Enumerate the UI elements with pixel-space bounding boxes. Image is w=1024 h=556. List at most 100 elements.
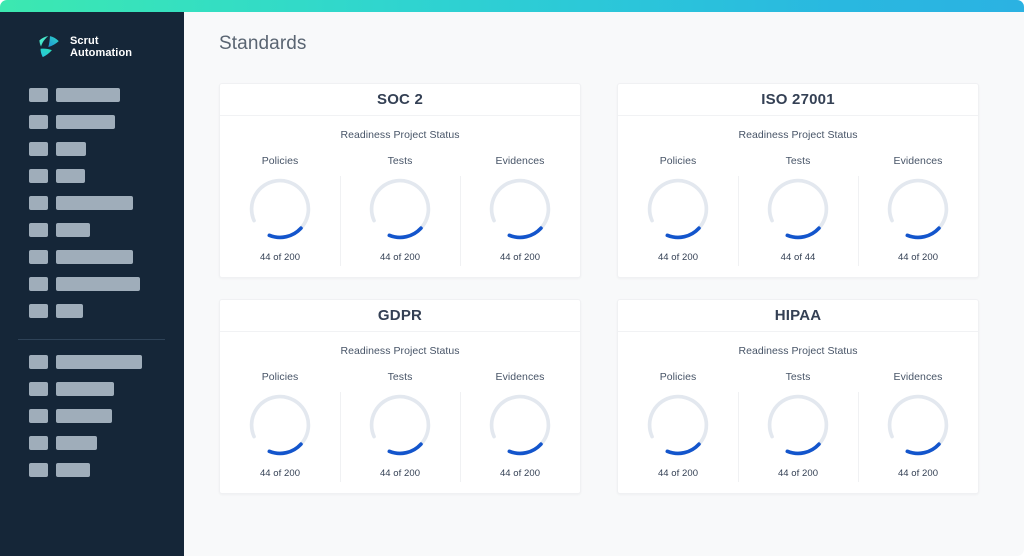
sidebar-nav-secondary-item-3[interactable] [0,436,184,450]
gauge-value-arc [267,226,303,240]
brand-logo[interactable]: Scrut Automation [36,34,132,60]
metric-value: 44 of 200 [657,252,699,263]
top-gradient-bar [0,0,1024,12]
metric-label: Tests [387,371,413,383]
nav-placeholder-icon [29,250,48,264]
metric-policies[interactable]: Policies 44 of 200 [618,371,738,479]
card-subtitle: Readiness Project Status [738,129,858,141]
scrut-trefoil-logo-icon [39,35,59,58]
metric-evidences[interactable]: Evidences 44 of 200 [460,155,580,266]
nav-placeholder-icon [29,355,48,369]
sidebar-nav-primary-item-3[interactable] [0,169,184,183]
metric-value: 44 of 200 [897,468,939,479]
nav-placeholder-icon [29,277,48,291]
nav-placeholder-label [56,382,114,396]
progress-gauge [647,394,709,456]
metric-tests[interactable]: Tests 44 of 44 [738,155,858,266]
sidebar-nav-primary-item-2[interactable] [0,142,184,156]
metric-value: 44 of 200 [657,468,699,479]
sidebar-nav-primary-item-7[interactable] [0,277,184,291]
nav-placeholder-icon [29,463,48,477]
nav-placeholder-label [56,115,115,129]
metric-policies[interactable]: Policies 44 of 200 [618,155,738,263]
metric-tests[interactable]: Tests 44 of 200 [340,155,460,266]
progress-gauge [249,178,311,240]
metric-value: 44 of 200 [777,468,819,479]
sidebar-nav-primary-item-0[interactable] [0,88,184,102]
gauge-value-arc [267,442,303,456]
metric-evidences[interactable]: Evidences 44 of 200 [858,155,978,266]
gauge-value-arc [905,226,941,240]
sidebar-nav-secondary [0,355,184,490]
sidebar-nav-primary-item-1[interactable] [0,115,184,129]
progress-gauge [887,394,949,456]
brand-name: Scrut Automation [70,35,132,60]
standard-card[interactable]: SOC 2 Readiness Project Status Policies 44 … [219,83,581,278]
metric-value: 44 of 200 [259,468,301,479]
nav-placeholder-label [56,169,85,183]
sidebar-nav-secondary-item-1[interactable] [0,382,184,396]
card-title: ISO 27001 [761,91,835,108]
nav-placeholder-label [56,355,142,369]
metric-label: Evidences [495,155,545,167]
metric-evidences[interactable]: Evidences 44 of 200 [858,371,978,482]
nav-placeholder-label [56,409,112,423]
gauge-value-arc [665,226,701,240]
metric-label: Policies [659,371,697,383]
progress-gauge [489,394,551,456]
page-title: Standards [219,33,307,54]
metric-tests[interactable]: Tests 44 of 200 [738,371,858,482]
sidebar: Scrut Automation [0,12,184,556]
metric-label: Policies [659,155,697,167]
gauge-value-arc [507,226,543,240]
metric-value: 44 of 200 [499,468,541,479]
metric-label: Policies [261,371,299,383]
nav-placeholder-label [56,436,97,450]
metric-label: Policies [261,155,299,167]
standard-card[interactable]: ISO 27001 Readiness Project Status Policie… [617,83,979,278]
progress-gauge [767,394,829,456]
main-content: Standards SOC 2 Readiness Project Status P… [184,12,1024,556]
nav-placeholder-label [56,250,133,264]
card-subtitle: Readiness Project Status [340,345,460,357]
sidebar-nav-secondary-item-0[interactable] [0,355,184,369]
card-subtitle: Readiness Project Status [340,129,460,141]
sidebar-nav-primary-item-5[interactable] [0,223,184,237]
metric-evidences[interactable]: Evidences 44 of 200 [460,371,580,482]
sidebar-nav-primary-item-8[interactable] [0,304,184,318]
sidebar-nav-secondary-item-4[interactable] [0,463,184,477]
sidebar-nav-primary-item-6[interactable] [0,250,184,264]
metric-policies[interactable]: Policies 44 of 200 [220,155,340,263]
gauge-value-arc [785,226,821,240]
nav-placeholder-icon [29,436,48,450]
progress-gauge [887,178,949,240]
gauge-value-arc [387,442,423,456]
metric-value: 44 of 200 [379,252,421,263]
standard-card[interactable]: HIPAA Readiness Project Status Policies 44 … [617,299,979,494]
sidebar-nav-secondary-item-2[interactable] [0,409,184,423]
gauge-value-arc [665,442,701,456]
gauge-value-arc [785,442,821,456]
app-root: Scrut Automation Standards SOC 2 Readines… [0,0,1024,556]
metric-value: 44 of 200 [379,468,421,479]
progress-gauge [489,178,551,240]
card-title: HIPAA [774,307,822,324]
progress-gauge [647,178,709,240]
nav-placeholder-label [56,304,83,318]
standard-card[interactable]: GDPR Readiness Project Status Policies 44 o… [219,299,581,494]
nav-placeholder-icon [29,88,48,102]
progress-gauge [369,178,431,240]
nav-placeholder-label [56,88,120,102]
metric-tests[interactable]: Tests 44 of 200 [340,371,460,482]
metric-label: Evidences [893,371,943,383]
metric-label: Tests [387,155,413,167]
sidebar-nav-primary-item-4[interactable] [0,196,184,210]
card-body: Readiness Project Status Policies 44 of 20… [220,332,580,493]
progress-gauge [249,394,311,456]
card-subtitle: Readiness Project Status [738,345,858,357]
metric-value: 44 of 200 [897,252,939,263]
metric-group: Policies 44 of 200 Tests 44 of 200 Evidences… [618,371,978,482]
brand-name-line1: Scrut [70,34,99,47]
metric-policies[interactable]: Policies 44 of 200 [220,371,340,479]
standards-card-grid: SOC 2 Readiness Project Status Policies 44 … [219,83,981,494]
